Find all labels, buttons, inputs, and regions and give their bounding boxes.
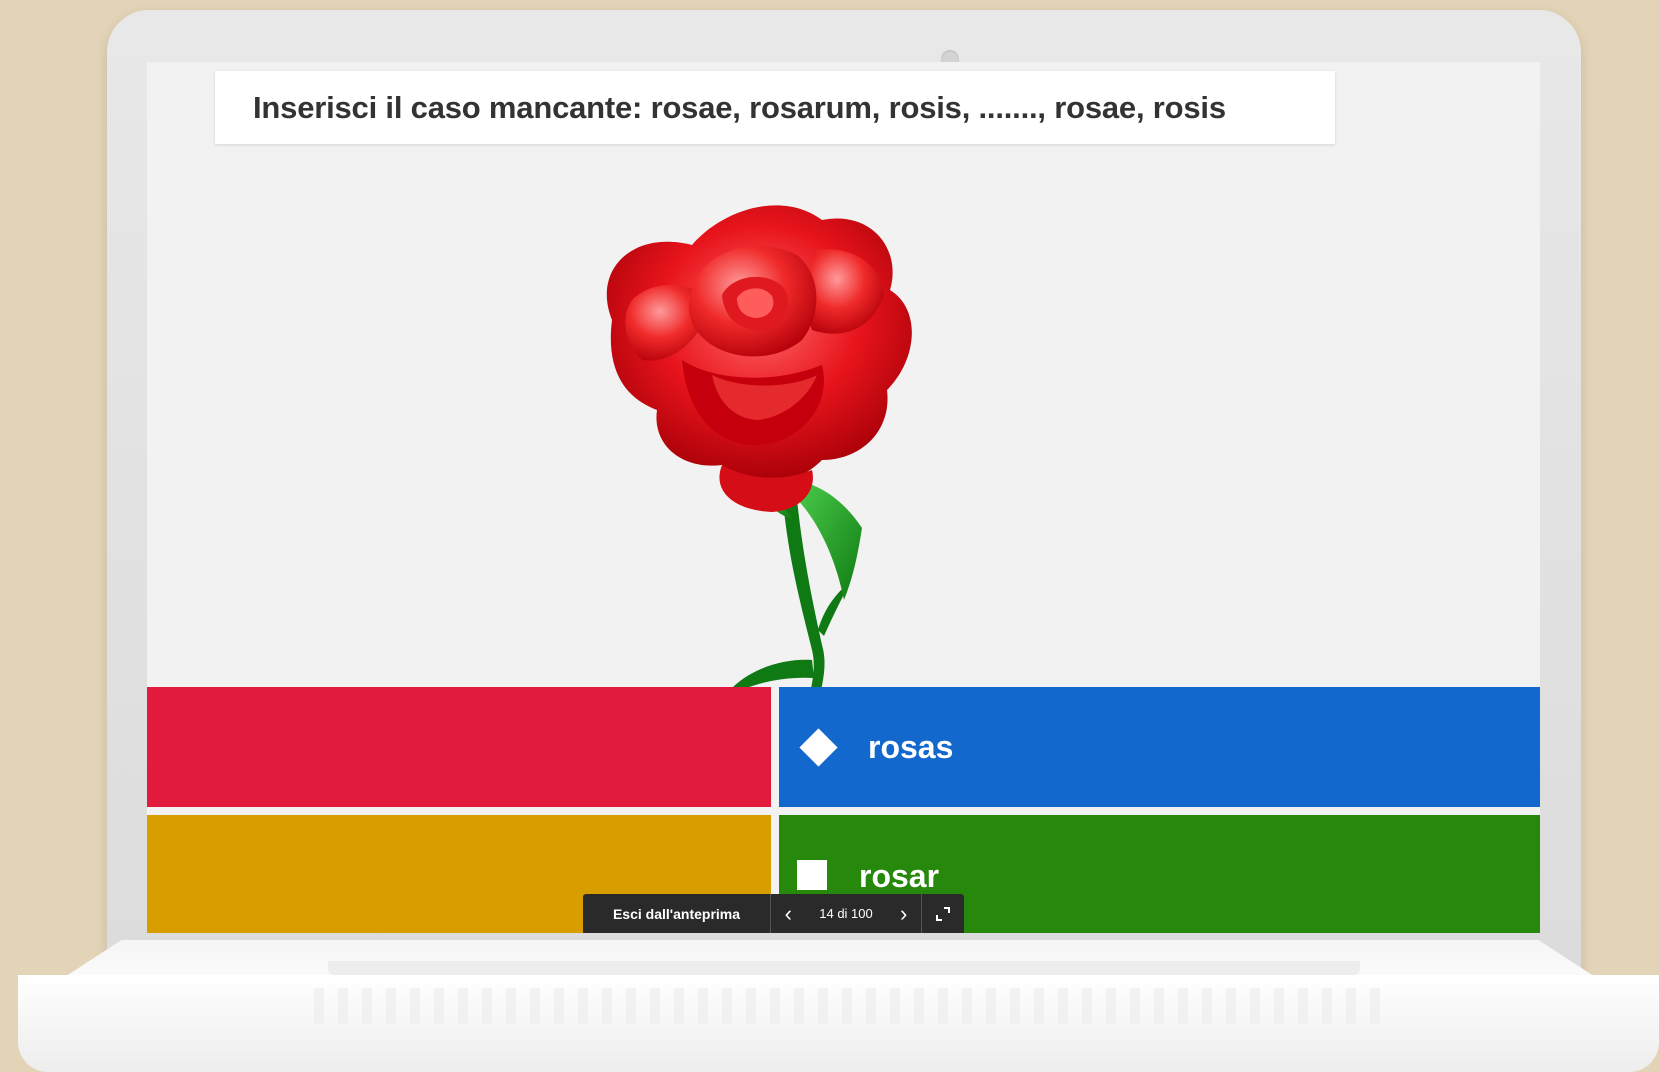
question-text: Inserisci il caso mancante: rosae, rosar…: [253, 89, 1226, 125]
laptop-keyboard: [300, 988, 1380, 1024]
quiz-screen: Inserisci il caso mancante: rosae, rosar…: [147, 62, 1540, 933]
answer-blue-label: rosas: [868, 728, 954, 765]
rose-image: [606, 205, 912, 705]
page-indicator: 14 di 100: [819, 906, 873, 921]
answer-green-label: rosar: [859, 857, 940, 894]
page-navigation: ‹ 14 di 100 ›: [771, 902, 921, 925]
diamond-icon: [799, 727, 838, 767]
laptop-hinge: [328, 961, 1360, 975]
preview-toolbar: Esci dall'anteprima ‹ 14 di 100 ›: [583, 894, 964, 933]
chevron-left-icon[interactable]: ‹: [785, 902, 792, 925]
exit-preview-button[interactable]: Esci dall'anteprima: [583, 906, 770, 922]
answer-blue-button[interactable]: rosas: [779, 687, 1540, 807]
square-icon: [797, 860, 827, 890]
answer-red-button[interactable]: [147, 687, 771, 807]
question-box: Inserisci il caso mancante: rosae, rosar…: [215, 71, 1335, 144]
fullscreen-icon: [936, 906, 950, 921]
chevron-right-icon[interactable]: ›: [900, 902, 907, 925]
fullscreen-button[interactable]: [922, 906, 964, 922]
